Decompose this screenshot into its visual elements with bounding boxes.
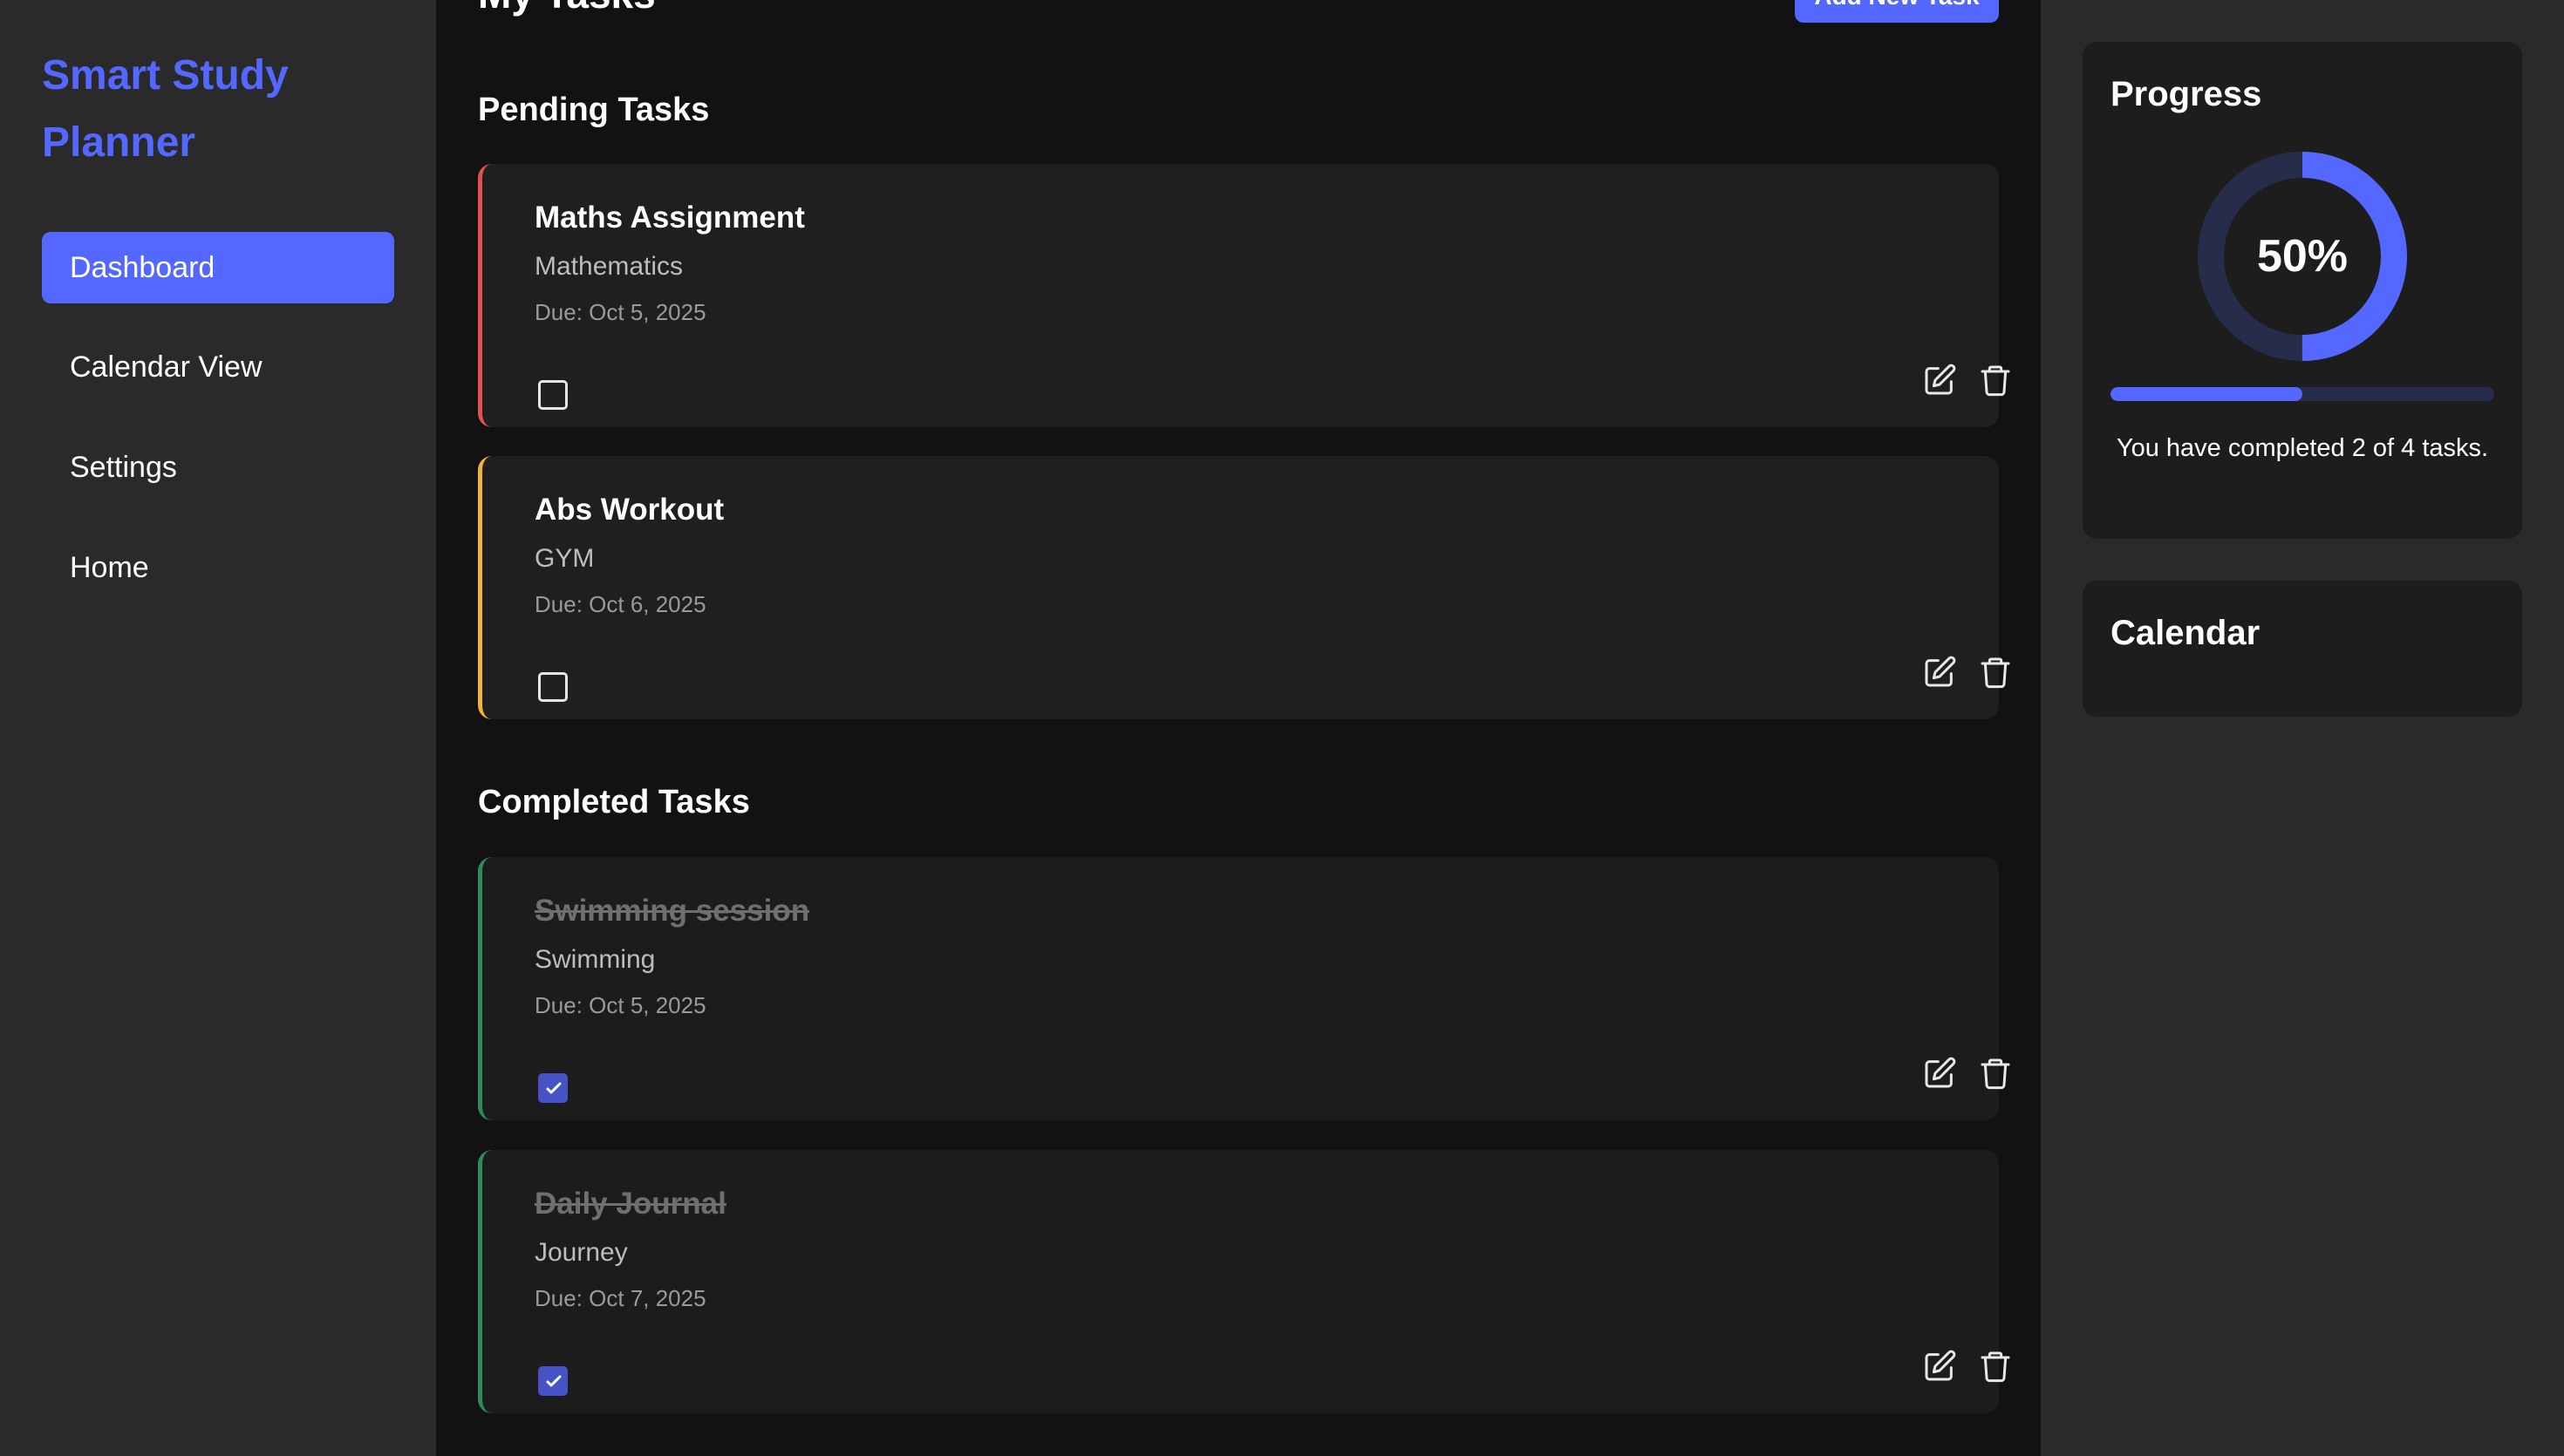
task-checkbox[interactable] [538,380,568,410]
check-icon [546,1375,562,1387]
sidebar-item-calendar-view[interactable]: Calendar View [42,331,394,403]
task-due-date: Due: Oct 5, 2025 [535,992,706,1018]
task-title: Swimming session [535,894,810,928]
sidebar-item-dashboard[interactable]: Dashboard [42,232,394,303]
add-new-task-button[interactable]: Add New Task [1795,0,1999,23]
task-checkbox[interactable] [538,672,568,702]
task-title: Daily Journal [535,1187,726,1221]
trash-icon[interactable] [1978,655,2013,690]
calendar-card: Calendar [2083,581,2522,717]
trash-icon[interactable] [1978,1056,2013,1091]
task-subject: Swimming [535,945,656,974]
progress-title: Progress [2111,75,2262,113]
task-title: Maths Assignment [535,201,805,235]
trash-icon[interactable] [1978,363,2013,398]
task-card: Swimming session Swimming Due: Oct 5, 20… [478,857,2010,1120]
app-root: Smart Study Planner Dashboard Calendar V… [0,0,2564,1456]
page-title: My Tasks [478,0,656,16]
progress-bar [2111,387,2494,401]
task-subject: Journey [535,1238,628,1267]
task-card: Daily Journal Journey Due: Oct 7, 2025 [478,1150,2010,1413]
task-subject: GYM [535,544,595,573]
task-checkbox[interactable] [538,1073,568,1103]
edit-icon[interactable] [1922,655,1957,690]
task-card: Abs Workout GYM Due: Oct 6, 2025 [478,456,2010,719]
edit-icon[interactable] [1922,1056,1957,1091]
pending-tasks-heading: Pending Tasks [478,92,710,128]
right-panel: Progress 50% You have completed 2 of 4 t… [2041,0,2564,1456]
task-due-date: Due: Oct 7, 2025 [535,1285,706,1311]
main-content: My Tasks Add New Task Pending Tasks Math… [436,0,2041,1456]
edit-icon[interactable] [1922,1349,1957,1384]
progress-percent: 50% [2256,231,2349,282]
calendar-title: Calendar [2111,614,2261,652]
task-card: Maths Assignment Mathematics Due: Oct 5,… [478,164,2010,427]
check-icon [546,1082,562,1094]
task-subject: Mathematics [535,252,684,281]
completed-tasks-heading: Completed Tasks [478,784,750,820]
brand-title: Smart Study Planner [42,52,289,166]
task-due-date: Due: Oct 6, 2025 [535,591,706,617]
edit-icon[interactable] [1922,363,1957,398]
task-checkbox[interactable] [538,1366,568,1396]
sidebar: Smart Study Planner Dashboard Calendar V… [0,0,436,1456]
progress-bar-fill [2111,387,2302,401]
task-due-date: Due: Oct 5, 2025 [535,299,706,325]
trash-icon[interactable] [1978,1349,2013,1384]
progress-summary: You have completed 2 of 4 tasks. [2116,434,2489,462]
task-title: Abs Workout [535,493,725,527]
sidebar-item-settings[interactable]: Settings [42,432,394,503]
progress-card: Progress 50% You have completed 2 of 4 t… [2083,42,2522,539]
sidebar-item-home[interactable]: Home [42,532,394,603]
